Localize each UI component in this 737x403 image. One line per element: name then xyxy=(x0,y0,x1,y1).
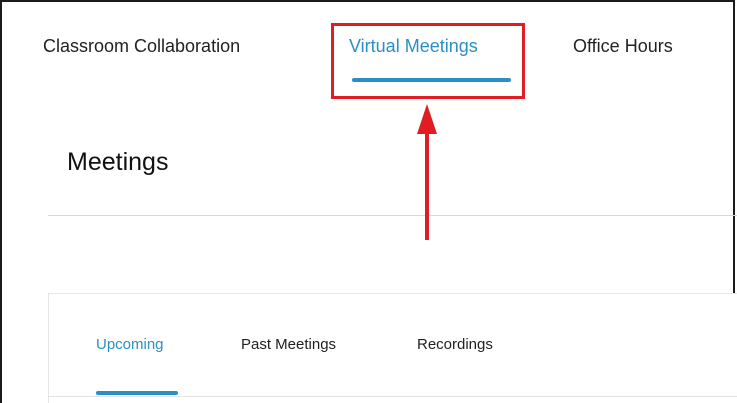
tab-upcoming[interactable]: Upcoming xyxy=(96,336,164,353)
tab-classroom-collaboration[interactable]: Classroom Collaboration xyxy=(43,36,240,57)
tab-office-hours[interactable]: Office Hours xyxy=(573,36,673,57)
annotation-arrow-icon xyxy=(417,104,437,240)
active-subtab-indicator xyxy=(96,391,178,395)
header-divider xyxy=(48,215,737,216)
subtab-divider xyxy=(48,396,737,397)
tab-past-meetings[interactable]: Past Meetings xyxy=(241,336,336,353)
annotation-highlight-box xyxy=(331,23,525,99)
page-title: Meetings xyxy=(67,148,169,176)
tab-recordings[interactable]: Recordings xyxy=(417,336,493,353)
